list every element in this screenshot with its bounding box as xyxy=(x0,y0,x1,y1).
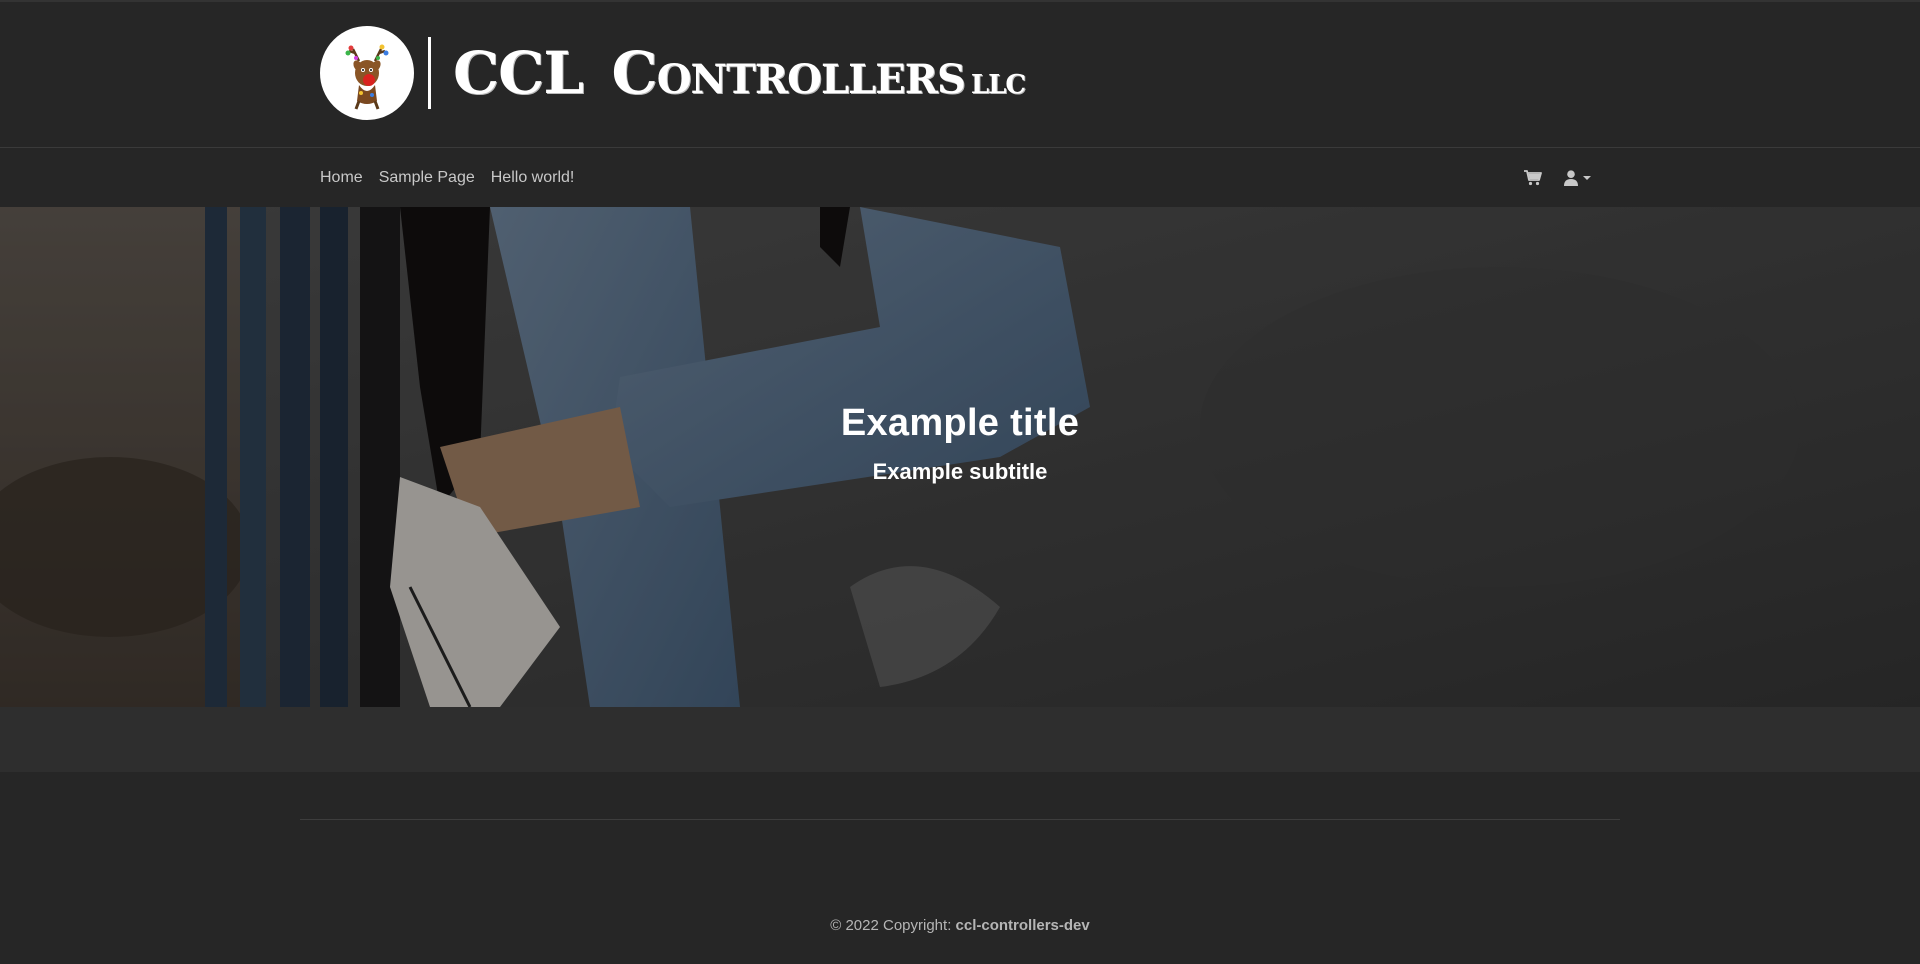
brand-name-part2-rest: ONTROLLERS xyxy=(656,56,966,103)
nav-link-hello-world[interactable]: Hello world! xyxy=(491,169,575,187)
user-icon xyxy=(1564,169,1578,186)
brand-divider xyxy=(428,37,431,109)
reindeer-with-lights-icon xyxy=(320,26,414,120)
nav-links: Home Sample Page Hello world! xyxy=(320,148,590,207)
nav-link-home[interactable]: Home xyxy=(320,169,363,187)
nav-link-sample-page[interactable]: Sample Page xyxy=(379,169,475,187)
page-footer: © 2022 Copyright: ccl-controllers-dev xyxy=(0,772,1920,964)
content-strip xyxy=(0,707,1920,772)
brand-header: CCL CONTROLLERS LLC xyxy=(0,2,1920,148)
copyright-text: © 2022 Copyright: ccl-controllers-dev xyxy=(0,917,1920,934)
brand-name-suffix: LLC xyxy=(970,70,1026,100)
footer-divider xyxy=(300,819,1620,820)
copyright-prefix: © 2022 Copyright: xyxy=(830,917,956,934)
brand-name-part1: CCL xyxy=(453,39,584,107)
hero-banner: Example title Example subtitle xyxy=(0,207,1920,707)
cart-icon[interactable] xyxy=(1524,169,1542,186)
brand-name-part2-initial: C xyxy=(611,39,658,107)
hero-text: Example title Example subtitle xyxy=(0,401,1920,485)
caret-down-icon xyxy=(1583,175,1591,180)
brand-logo-link[interactable]: CCL CONTROLLERS LLC xyxy=(320,26,1026,120)
copyright-owner-link[interactable]: ccl-controllers-dev xyxy=(956,917,1090,934)
main-navbar: Home Sample Page Hello world! xyxy=(0,148,1920,207)
hero-subtitle: Example subtitle xyxy=(872,458,1048,484)
nav-icons xyxy=(1524,148,1593,207)
brand-name: CCL CONTROLLERS LLC xyxy=(453,44,1026,103)
hero-title: Example title xyxy=(840,402,1080,444)
user-menu-toggle[interactable] xyxy=(1564,169,1593,186)
